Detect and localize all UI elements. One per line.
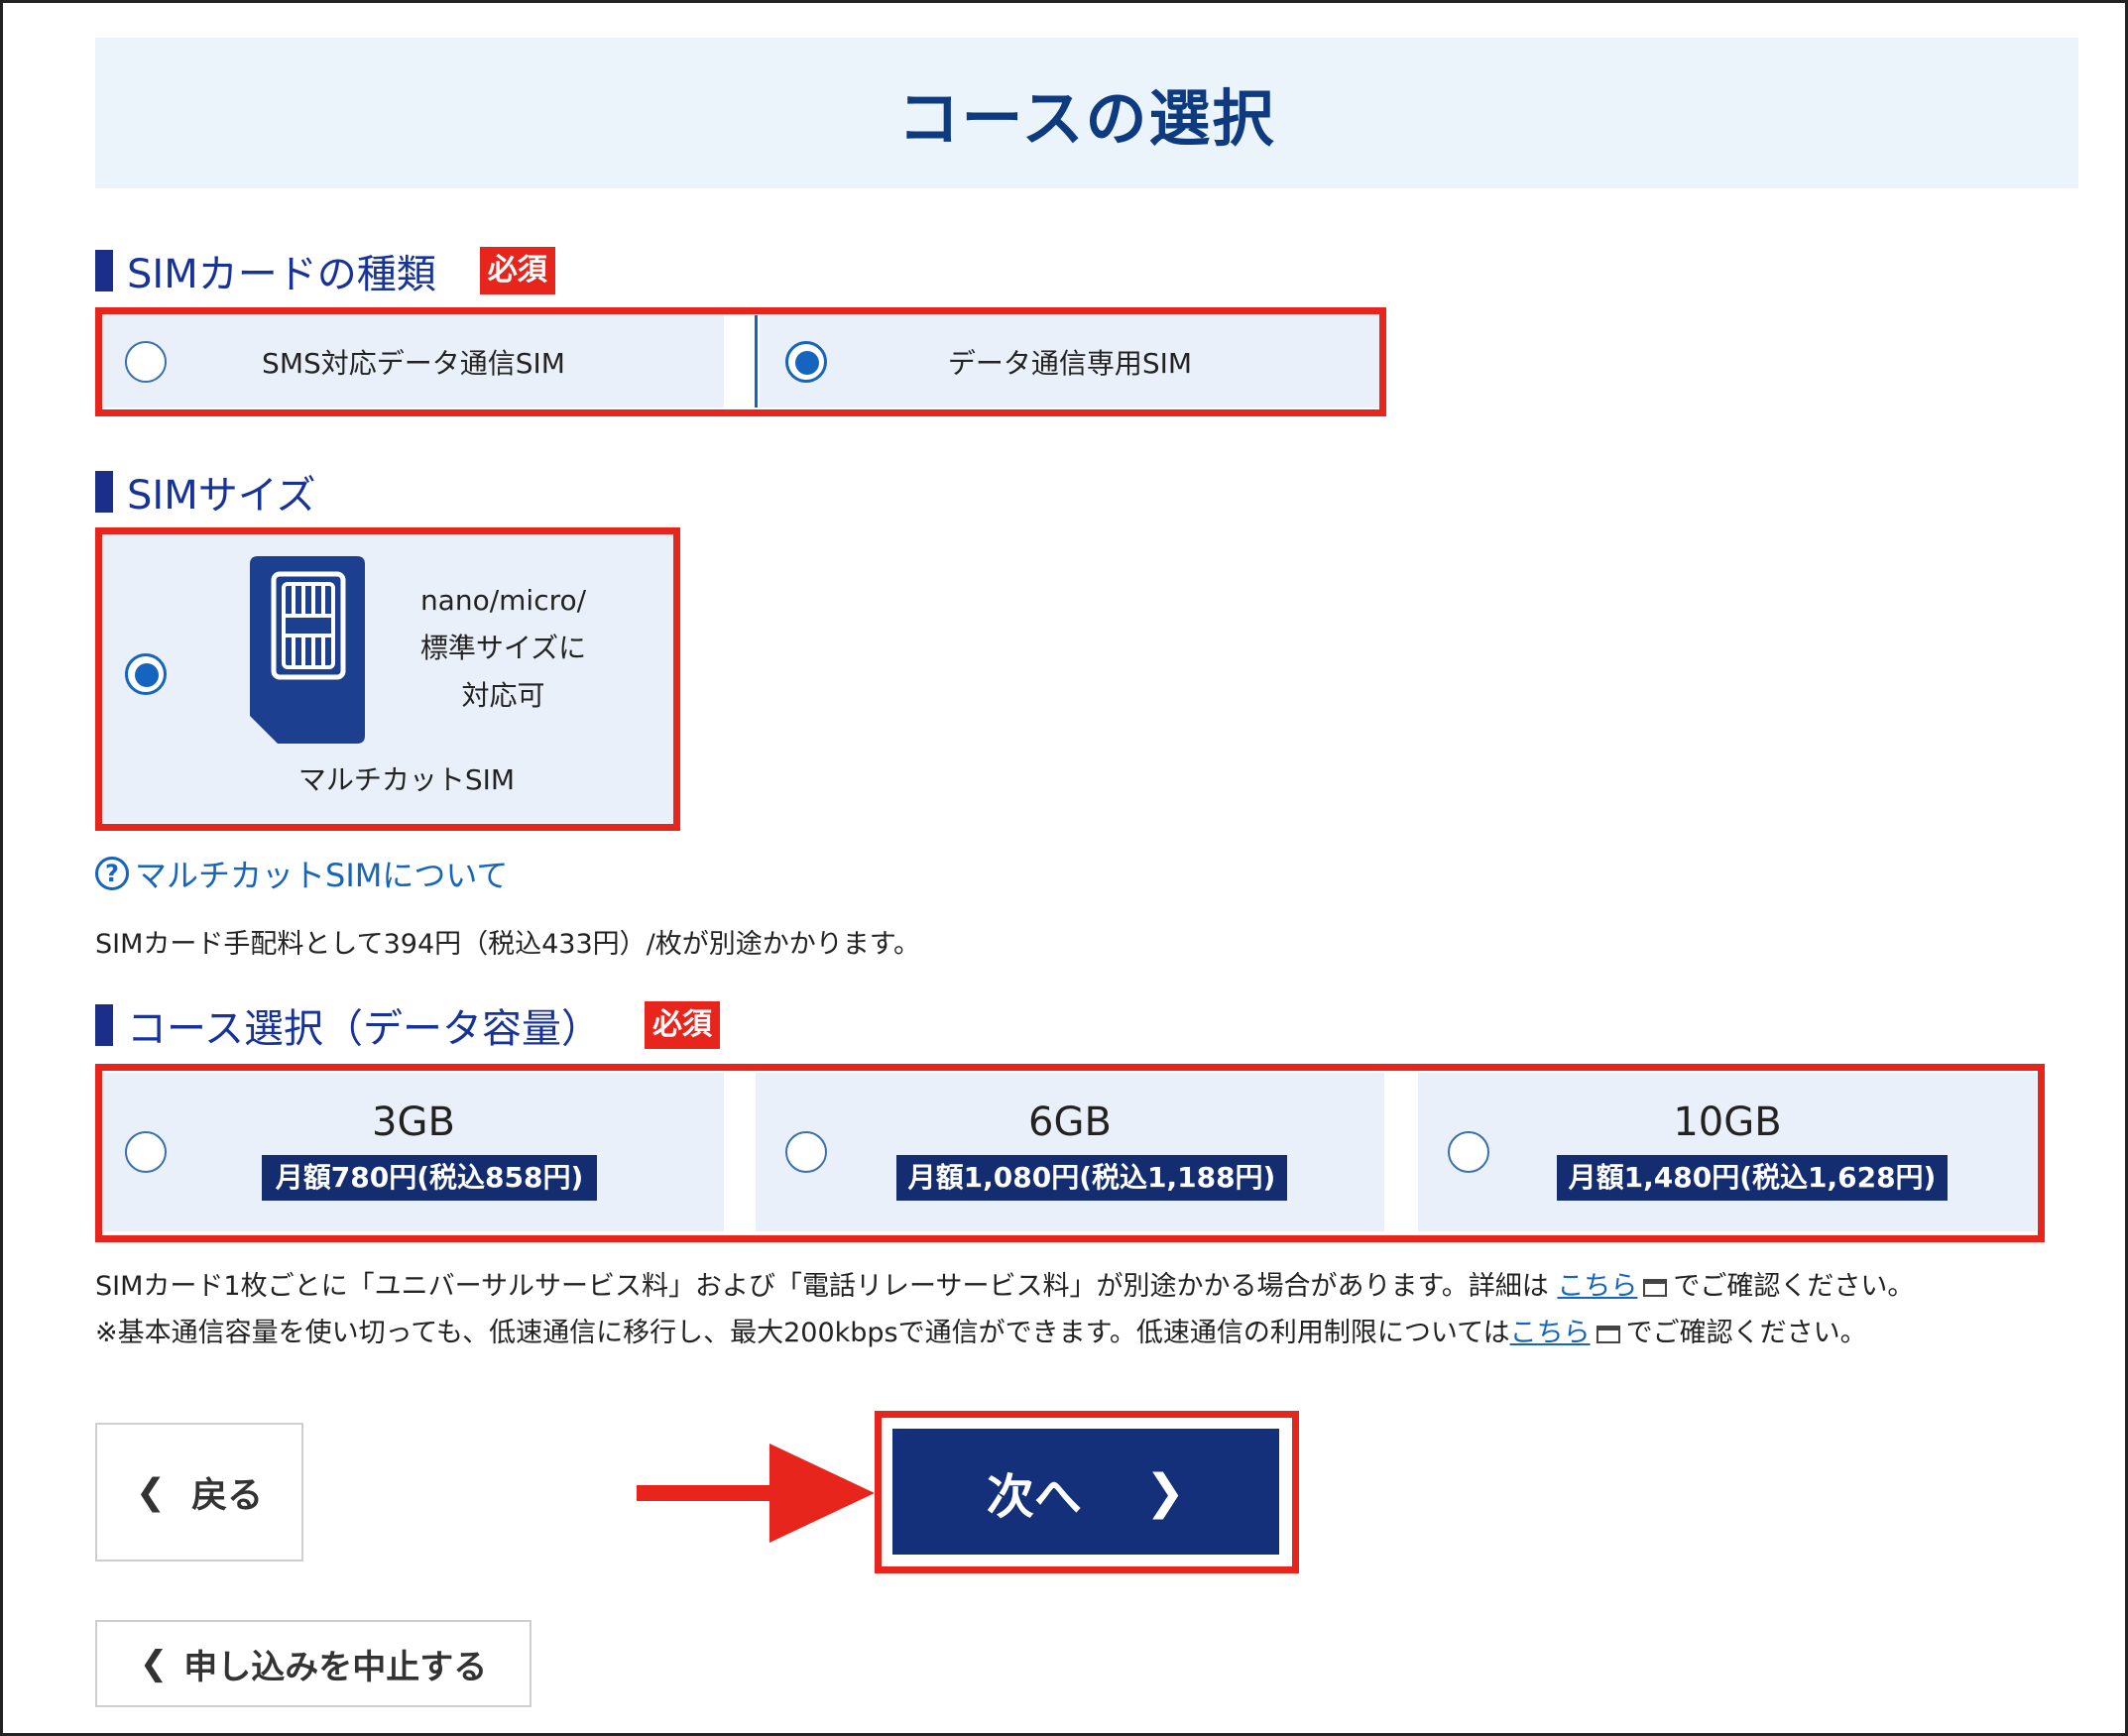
heading-bar xyxy=(95,471,113,513)
sim-size-heading-text: SIMサイズ xyxy=(127,473,316,519)
heading-bar xyxy=(95,250,113,291)
required-badge: 必須 xyxy=(645,1001,720,1049)
arrow-right-icon xyxy=(637,1444,875,1543)
next-button-label: 次へ xyxy=(986,1468,1082,1525)
chevron-left-icon: ❮ xyxy=(135,1471,167,1513)
page-title: コースの選択 xyxy=(897,82,1276,155)
low-speed-note-suffix: でご確認ください。 xyxy=(1625,1318,1867,1348)
cancel-button-label: 申し込みを中止する xyxy=(183,1647,488,1687)
page-header: コースの選択 xyxy=(95,38,2078,188)
sim-fee-note: SIMカード手配料として394円（税込433円）/枚が別途かかります。 xyxy=(95,929,921,960)
chevron-left-icon: ❮ xyxy=(139,1644,169,1683)
back-button[interactable]: ❮ 戻る xyxy=(95,1423,303,1562)
next-button[interactable]: 次へ ❯ xyxy=(892,1429,1279,1555)
sim-size-heading: SIMサイズ xyxy=(95,463,316,521)
chevron-right-icon: ❯ xyxy=(1144,1463,1186,1520)
external-window-icon xyxy=(1596,1325,1620,1343)
course-heading: コース選択（データ容量） 必須 xyxy=(95,996,720,1054)
cancel-application-button[interactable]: ❮ 申し込みを中止する xyxy=(95,1620,532,1707)
highlight-box-course xyxy=(95,1064,2045,1242)
heading-bar xyxy=(95,1004,113,1046)
back-button-label: 戻る xyxy=(191,1475,264,1516)
sim-type-heading: SIMカードの種類 必須 xyxy=(95,242,555,299)
multicut-help-link[interactable]: ? マルチカットSIMについて xyxy=(95,851,508,896)
low-speed-note: ※基本通信容量を使い切っても、低速通信に移行し、最大200kbpsで通信ができま… xyxy=(95,1311,1867,1349)
service-fee-note-suffix: でご確認ください。 xyxy=(1673,1271,1915,1302)
highlight-box-sim-size xyxy=(95,527,680,831)
external-window-icon xyxy=(1643,1278,1668,1297)
low-speed-note-text: ※基本通信容量を使い切っても、低速通信に移行し、最大200kbpsで通信ができま… xyxy=(95,1318,1510,1348)
service-fee-note: SIMカード1枚ごとに「ユニバーサルサービス料」および「電話リレーサービス料」が… xyxy=(95,1264,1914,1303)
sim-type-heading-text: SIMカードの種類 xyxy=(127,252,436,297)
question-icon: ? xyxy=(95,857,129,890)
service-fee-note-text: SIMカード1枚ごとに「ユニバーサルサービス料」および「電話リレーサービス料」が… xyxy=(95,1271,1558,1302)
multicut-help-link-text[interactable]: マルチカットSIMについて xyxy=(135,851,508,896)
details-link[interactable]: こちら xyxy=(1557,1271,1637,1302)
highlight-box-sim-type xyxy=(95,307,1386,416)
course-heading-text: コース選択（データ容量） xyxy=(127,1006,601,1052)
low-speed-limit-link[interactable]: こちら xyxy=(1510,1318,1591,1348)
required-badge: 必須 xyxy=(479,247,555,294)
